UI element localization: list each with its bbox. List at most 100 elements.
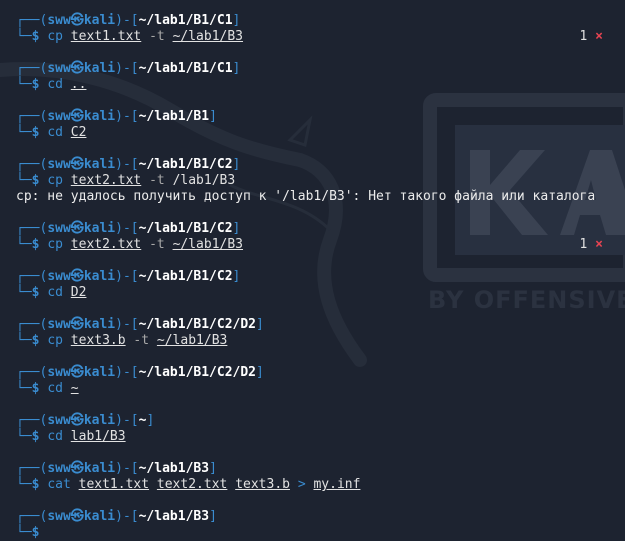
prompt-frame-bottom: └─ bbox=[16, 333, 32, 348]
prompt-frame-top: ┌──( bbox=[16, 317, 48, 332]
prompt-frame-top: ┌──( bbox=[16, 269, 48, 284]
prompt-header: ┌──(sww㉿kali)-[~/lab1/B1/C2] bbox=[16, 157, 240, 173]
prompt-dollar: $ bbox=[31, 429, 40, 444]
prompt-host: kali bbox=[83, 13, 116, 28]
prompt-header: ┌──(sww㉿kali)-[~/lab1/B1/C2] bbox=[16, 221, 240, 237]
command-arg[interactable]: ~/lab1/B3 bbox=[173, 237, 243, 252]
prompt-frame-top: ┌──( bbox=[16, 109, 48, 124]
prompt-dollar: $ bbox=[31, 477, 40, 492]
exit-status: 1 × bbox=[580, 237, 603, 253]
prompt-frame-top: ┌──( bbox=[16, 61, 48, 76]
skull-icon: ㉿ bbox=[70, 221, 84, 236]
command-arg[interactable]: text1.txt bbox=[79, 477, 149, 492]
command-arg[interactable]: lab1/B3 bbox=[71, 429, 126, 444]
prompt-frame-end: ] bbox=[232, 157, 241, 172]
prompt-host: kali bbox=[83, 413, 116, 428]
prompt-frame-mid: )-[ bbox=[115, 157, 139, 172]
command-arg[interactable]: D2 bbox=[71, 285, 87, 300]
prompt-frame-mid: )-[ bbox=[115, 461, 139, 476]
prompt-dollar: $ bbox=[31, 173, 40, 188]
prompt-frame-mid: )-[ bbox=[115, 13, 139, 28]
prompt-path: ~/lab1/B1/C1 bbox=[138, 61, 233, 76]
prompt-path: ~/lab1/B1/C2 bbox=[138, 157, 233, 172]
command-line[interactable]: └─$ cd lab1/B3 bbox=[16, 429, 126, 445]
prompt-frame-end: ] bbox=[146, 413, 155, 428]
skull-icon: ㉿ bbox=[70, 269, 84, 284]
prompt-dollar: $ bbox=[31, 77, 40, 92]
command-line[interactable]: └─$ bbox=[16, 525, 39, 541]
command-line[interactable]: └─$ cd ~ bbox=[16, 381, 79, 397]
command-name: cd bbox=[47, 77, 63, 92]
command-line[interactable]: └─$ cd C2 bbox=[16, 125, 86, 141]
prompt-user: sww bbox=[47, 413, 71, 428]
prompt-frame-top: ┌──( bbox=[16, 13, 48, 28]
command-arg[interactable]: ~/lab1/B3 bbox=[157, 333, 227, 348]
command-output: cp: не удалось получить доступ к '/lab1/… bbox=[16, 189, 596, 204]
command-name: cp bbox=[47, 333, 63, 348]
prompt-frame-top: ┌──( bbox=[16, 461, 48, 476]
command-line[interactable]: └─$ cd D2 bbox=[16, 285, 86, 301]
skull-icon: ㉿ bbox=[70, 317, 84, 332]
command-arg[interactable]: text1.txt bbox=[71, 29, 141, 44]
prompt-dollar: $ bbox=[31, 333, 40, 348]
prompt-frame-end: ] bbox=[256, 365, 264, 380]
prompt-user: sww bbox=[47, 109, 71, 124]
prompt-frame-bottom: └─ bbox=[16, 237, 32, 252]
skull-icon: ㉿ bbox=[70, 413, 84, 428]
command-line[interactable]: └─$ cat text1.txt text2.txt text3.b > my… bbox=[16, 477, 360, 493]
prompt-user: sww bbox=[47, 461, 71, 476]
prompt-host: kali bbox=[83, 157, 116, 172]
command-arg[interactable]: text2.txt bbox=[71, 237, 141, 252]
command-arg[interactable]: text3.b bbox=[71, 333, 126, 348]
prompt-dollar: $ bbox=[31, 125, 40, 140]
command-line[interactable]: └─$ cp text1.txt -t ~/lab1/B3 bbox=[16, 29, 243, 45]
command-line[interactable]: └─$ cp text2.txt -t /lab1/B3 bbox=[16, 173, 235, 189]
command-line[interactable]: └─$ cp text2.txt -t ~/lab1/B3 bbox=[16, 237, 243, 253]
prompt-path: ~/lab1/B3 bbox=[138, 461, 210, 476]
command-name: cp bbox=[47, 29, 63, 44]
command-arg: -t bbox=[149, 237, 165, 252]
command-arg[interactable]: text2.txt bbox=[71, 173, 141, 188]
terminal-window[interactable]: ┌──(sww㉿kali)-[~/lab1/B1/C1] └─$ cp text1… bbox=[0, 0, 625, 540]
command-arg[interactable]: ~/lab1/B3 bbox=[173, 29, 243, 44]
prompt-frame-end: ] bbox=[209, 461, 217, 476]
command-arg[interactable]: my.inf bbox=[313, 477, 360, 492]
prompt-frame-end: ] bbox=[232, 221, 241, 236]
command-arg: /lab1/B3 bbox=[172, 173, 236, 188]
command-line[interactable]: └─$ cd .. bbox=[16, 77, 86, 93]
skull-icon: ㉿ bbox=[70, 461, 84, 476]
prompt-header: ┌──(sww㉿kali)-[~/lab1/B1/C2] bbox=[16, 269, 240, 285]
prompt-path: ~/lab1/B1/C1 bbox=[138, 13, 233, 28]
command-arg: -t bbox=[133, 333, 150, 348]
prompt-frame-end: ] bbox=[209, 109, 217, 124]
prompt-frame-end: ] bbox=[232, 61, 241, 76]
prompt-path: ~/lab1/B1 bbox=[138, 109, 210, 124]
prompt-path: ~/lab1/B1/C2 bbox=[138, 221, 233, 236]
prompt-frame-bottom: └─ bbox=[16, 125, 32, 140]
prompt-frame-mid: )-[ bbox=[115, 269, 139, 284]
prompt-user: sww bbox=[47, 13, 71, 28]
prompt-header: ┌──(sww㉿kali)-[~] bbox=[16, 413, 154, 429]
prompt-dollar: $ bbox=[31, 381, 40, 396]
prompt-header: ┌──(sww㉿kali)-[~/lab1/B1/C2/D2] bbox=[16, 317, 264, 333]
command-name: cd bbox=[47, 429, 63, 444]
command-arg[interactable]: text2.txt bbox=[157, 477, 227, 492]
exit-status: 1 × bbox=[580, 29, 603, 45]
command-arg[interactable]: C2 bbox=[71, 125, 87, 140]
prompt-header: ┌──(sww㉿kali)-[~/lab1/B1/C1] bbox=[16, 61, 240, 77]
prompt-host: kali bbox=[83, 61, 116, 76]
prompt-frame-mid: )-[ bbox=[115, 109, 139, 124]
prompt-host: kali bbox=[83, 461, 116, 476]
prompt-frame-bottom: └─ bbox=[16, 477, 32, 492]
command-line[interactable]: └─$ cp text3.b -t ~/lab1/B3 bbox=[16, 333, 227, 349]
skull-icon: ㉿ bbox=[70, 109, 84, 124]
command-arg[interactable]: .. bbox=[71, 77, 87, 92]
command-name: cd bbox=[47, 125, 63, 140]
command-arg[interactable]: text3.b bbox=[235, 477, 290, 492]
prompt-frame-mid: )-[ bbox=[115, 61, 139, 76]
prompt-frame-end: ] bbox=[232, 13, 241, 28]
prompt-frame-mid: )-[ bbox=[115, 365, 139, 380]
prompt-frame-top: ┌──( bbox=[16, 365, 48, 380]
command-arg[interactable]: ~ bbox=[71, 381, 79, 396]
skull-icon: ㉿ bbox=[70, 157, 84, 172]
